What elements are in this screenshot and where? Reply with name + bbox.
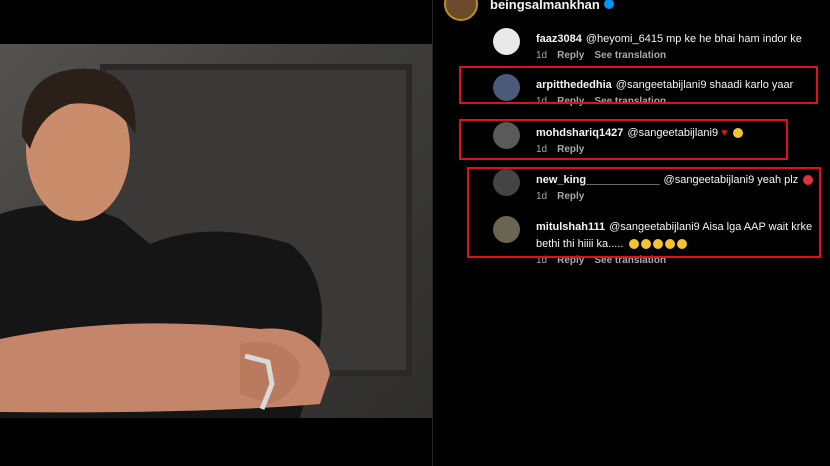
comment-text: faaz3084 @heyomi_6415 mp ke he bhai ham i…: [536, 31, 826, 48]
account-name[interactable]: beingsalmankhan: [490, 0, 600, 12]
comment-item: faaz3084 @heyomi_6415 mp ke he bhai ham i…: [493, 28, 823, 68]
comment-time: 1d: [536, 50, 548, 61]
highlight-box: [459, 119, 788, 160]
see-translation-link[interactable]: See translation: [594, 50, 666, 61]
post-photo: [0, 44, 432, 418]
highlight-box: [459, 66, 818, 104]
reply-button[interactable]: Reply: [557, 50, 584, 61]
highlight-box: [467, 167, 821, 258]
person-illustration: [0, 68, 330, 418]
post-header: beingsalmankhan: [444, 0, 614, 21]
comment-body: @heyomi_6415 mp ke he bhai ham indor ke: [585, 33, 802, 45]
comment-username[interactable]: faaz3084: [536, 33, 582, 45]
verified-badge-icon: [603, 0, 614, 9]
panel-divider: [432, 0, 433, 466]
comment-avatar[interactable]: [493, 28, 520, 55]
account-avatar[interactable]: [444, 0, 478, 21]
comment-meta: 1d Reply See translation: [536, 50, 666, 61]
